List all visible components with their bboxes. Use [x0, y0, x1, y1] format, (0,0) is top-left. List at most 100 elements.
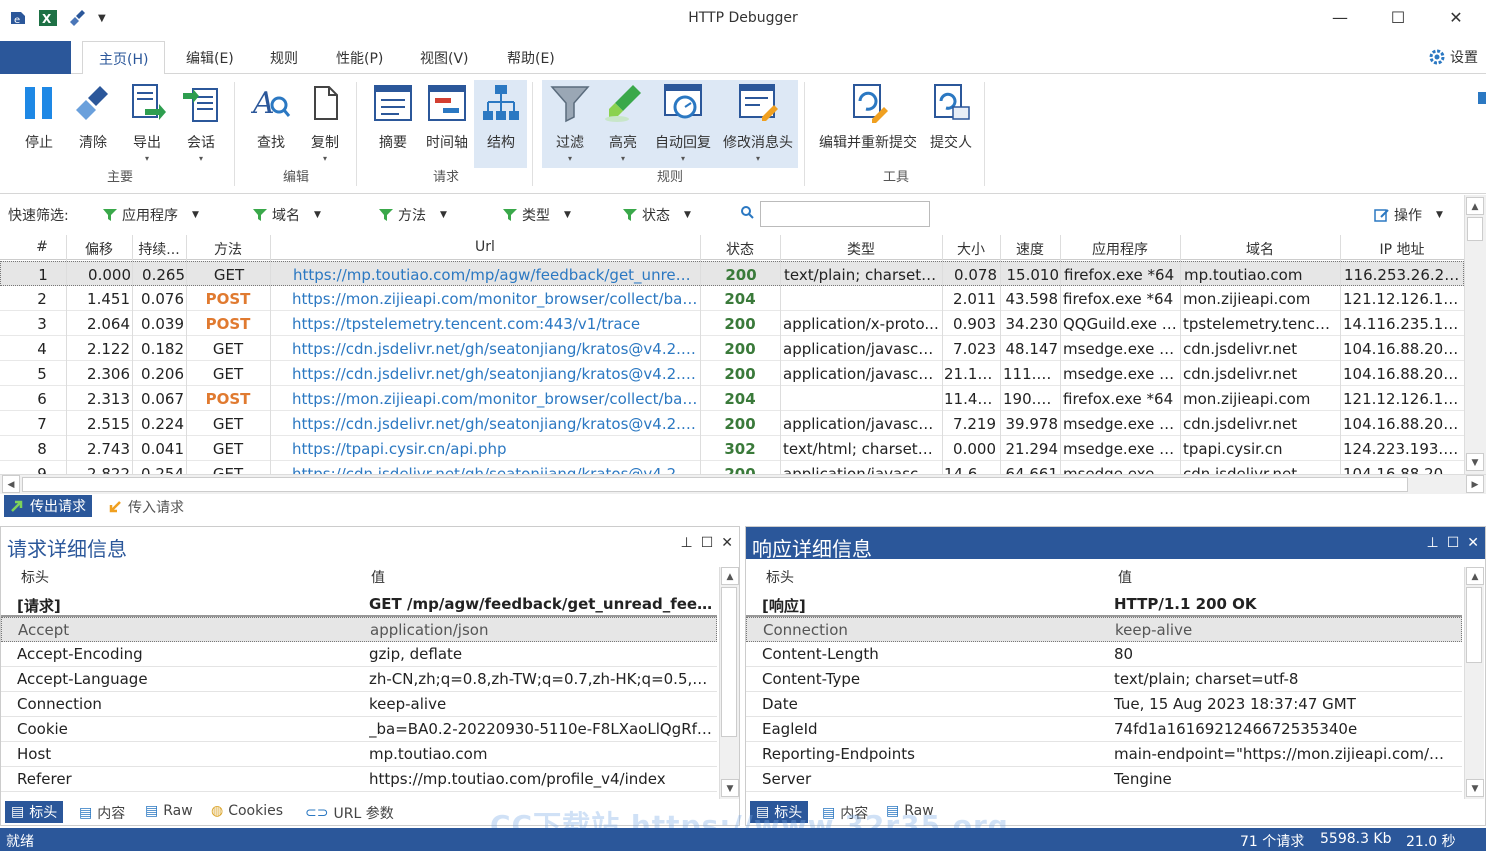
header-row[interactable]: Content-Type text/plain; charset=utf-8: [746, 667, 1462, 692]
column-divider[interactable]: [700, 235, 701, 475]
table-row[interactable]: 3 2.064 0.039 POST https://tpstelemetry.tenc…: [0, 311, 1464, 336]
filter-domain-dropdown[interactable]: 域名 ▼: [252, 205, 321, 225]
auto-reply-button[interactable]: 自动回复 ▾: [652, 80, 714, 163]
stop-button[interactable]: 停止: [14, 80, 64, 162]
filter-method-dropdown[interactable]: 方法 ▼: [378, 205, 447, 225]
scroll-thumb[interactable]: [1467, 217, 1483, 241]
header-row[interactable]: Accept-Encoding gzip, deflate: [1, 642, 717, 667]
h-scroll-thumb[interactable]: [22, 477, 1408, 492]
tab-rules[interactable]: 规则: [270, 48, 298, 68]
quick-filter-search-input[interactable]: [760, 201, 930, 227]
find-button[interactable]: A 查找: [246, 80, 296, 162]
session-button[interactable]: 会话 ▾: [176, 80, 226, 163]
col-header-duration[interactable]: 持续...: [132, 239, 186, 259]
grid-horizontal-scrollbar[interactable]: ◀ ▶: [0, 474, 1486, 494]
tab-performance[interactable]: 性能(P): [336, 48, 383, 68]
highlight-button[interactable]: 高亮 ▾: [598, 80, 648, 163]
header-row[interactable]: [请求] GET /mp/agw/feedback/get_unread_feed…: [1, 592, 717, 617]
col-header-url[interactable]: Url: [270, 239, 700, 255]
header-row[interactable]: Connection keep-alive: [1, 692, 717, 717]
column-divider[interactable]: [132, 235, 133, 475]
header-row[interactable]: Accept application/json: [1, 617, 717, 642]
header-row[interactable]: Server Tengine: [746, 767, 1462, 792]
scroll-left-icon[interactable]: ◀: [2, 475, 20, 493]
minimize-button[interactable]: —: [1328, 8, 1352, 30]
col-header-domain[interactable]: 域名: [1180, 239, 1340, 259]
filter-button[interactable]: 过滤 ▾: [546, 80, 594, 163]
grid-vertical-scrollbar[interactable]: ▲ ▼: [1464, 195, 1486, 475]
req-tab-content[interactable]: ▤ 内容: [79, 803, 125, 823]
col-header-offset[interactable]: 偏移: [66, 239, 132, 259]
tab-edit[interactable]: 编辑(E): [186, 48, 234, 68]
column-divider[interactable]: [942, 235, 943, 475]
tab-home[interactable]: 主页(H): [82, 41, 166, 75]
timeline-button[interactable]: 时间轴: [422, 80, 472, 162]
req-tab-raw[interactable]: ▤ Raw: [145, 803, 193, 819]
req-tab-url-params[interactable]: ⊂⊃ URL 参数: [305, 803, 394, 823]
col-header-size[interactable]: 大小: [942, 239, 1000, 259]
col-header-ip[interactable]: IP 地址: [1340, 239, 1464, 259]
table-row[interactable]: 2 1.451 0.076 POST https://mon.zijieapi.com/…: [0, 286, 1464, 311]
tab-outgoing-requests[interactable]: 传出请求: [4, 495, 92, 517]
action-dropdown[interactable]: 操作 ▼: [1374, 205, 1443, 225]
pin-icon[interactable]: ⊥: [1427, 535, 1439, 551]
header-row[interactable]: Reporting-Endpoints main-endpoint="https:…: [746, 742, 1462, 767]
tab-view[interactable]: 视图(V): [420, 48, 469, 68]
header-row[interactable]: Connection keep-alive: [746, 617, 1462, 642]
req-tab-headers[interactable]: ▤ 标头: [5, 801, 64, 823]
scroll-thumb[interactable]: [1466, 587, 1482, 663]
header-row[interactable]: EagleId 74fd1a1616921246672535340e: [746, 717, 1462, 742]
scroll-up-icon[interactable]: ▲: [1466, 197, 1484, 215]
col-header-speed[interactable]: 速度: [1000, 239, 1060, 259]
col-header-type[interactable]: 类型: [780, 239, 942, 259]
float-icon[interactable]: ☐: [1447, 535, 1460, 551]
settings-button[interactable]: 设置: [1428, 47, 1478, 67]
tab-incoming-requests[interactable]: 传入请求: [108, 497, 184, 517]
req-tab-cookies[interactable]: ◍ Cookies: [211, 803, 283, 819]
table-row[interactable]: 5 2.306 0.206 GET https://cdn.jsdelivr.net/g…: [0, 361, 1464, 386]
column-divider[interactable]: [780, 235, 781, 475]
header-row[interactable]: Host mp.toutiao.com: [1, 742, 717, 767]
header-row[interactable]: Cookie _ba=BA0.2-20220930-5110e-F8LXaoLlQ…: [1, 717, 717, 742]
table-row[interactable]: 6 2.313 0.067 POST https://mon.zijieapi.com/…: [0, 386, 1464, 411]
modify-headers-dropdown-icon[interactable]: ▾: [718, 154, 798, 163]
column-divider[interactable]: [1060, 235, 1061, 475]
clear-button[interactable]: 清除: [68, 80, 118, 162]
filter-dropdown-icon[interactable]: ▾: [546, 154, 594, 163]
column-divider[interactable]: [186, 235, 187, 475]
request-panel-scrollbar[interactable]: ▲ ▼: [719, 567, 739, 799]
highlight-dropdown-icon[interactable]: ▾: [598, 154, 648, 163]
scroll-up-icon[interactable]: ▲: [721, 567, 739, 585]
filter-type-dropdown[interactable]: 类型 ▼: [502, 205, 571, 225]
export-button[interactable]: 导出 ▾: [122, 80, 172, 163]
edit-resubmit-button[interactable]: 编辑并重新提交: [814, 80, 922, 162]
pin-icon[interactable]: ⊥: [681, 535, 693, 551]
close-button[interactable]: ✕: [1444, 8, 1468, 30]
scroll-down-icon[interactable]: ▼: [721, 779, 739, 797]
submitter-button[interactable]: 提交人: [926, 80, 976, 162]
table-row[interactable]: 4 2.122 0.182 GET https://cdn.jsdelivr.net/g…: [0, 336, 1464, 361]
table-row[interactable]: 9 2.822 0.254 GET https://cdn.jsdelivr.net/g…: [0, 461, 1464, 475]
table-row[interactable]: 1 0.000 0.265 GET https://mp.toutiao.com/mp/…: [0, 261, 1464, 286]
header-row[interactable]: Date Tue, 15 Aug 2023 18:37:47 GMT: [746, 692, 1462, 717]
table-row[interactable]: 8 2.743 0.041 GET https://tpapi.cysir.cn/api…: [0, 436, 1464, 461]
col-header-method[interactable]: 方法: [186, 239, 270, 259]
header-row[interactable]: [响应] HTTP/1.1 200 OK: [746, 592, 1462, 617]
close-icon[interactable]: ✕: [721, 535, 733, 551]
maximize-button[interactable]: ☐: [1386, 8, 1410, 30]
tab-help[interactable]: 帮助(E): [507, 48, 555, 68]
copy-button[interactable]: 复制 ▾: [300, 80, 350, 163]
session-dropdown-icon[interactable]: ▾: [176, 154, 226, 163]
scroll-right-icon[interactable]: ▶: [1466, 475, 1484, 493]
header-row[interactable]: Referer https://mp.toutiao.com/profile_v4…: [1, 767, 717, 792]
modify-headers-button[interactable]: 修改消息头 ▾: [718, 80, 798, 163]
close-icon[interactable]: ✕: [1467, 535, 1479, 551]
export-dropdown-icon[interactable]: ▾: [122, 154, 172, 163]
filter-app-dropdown[interactable]: 应用程序 ▼: [102, 205, 199, 225]
scroll-down-icon[interactable]: ▼: [1466, 453, 1484, 471]
column-divider[interactable]: [1340, 235, 1341, 475]
scroll-thumb[interactable]: [721, 587, 737, 737]
filter-status-dropdown[interactable]: 状态 ▼: [622, 205, 691, 225]
header-row[interactable]: Accept-Language zh-CN,zh;q=0.8,zh-TW;q=0.…: [1, 667, 717, 692]
table-row[interactable]: 7 2.515 0.224 GET https://cdn.jsdelivr.net/g…: [0, 411, 1464, 436]
